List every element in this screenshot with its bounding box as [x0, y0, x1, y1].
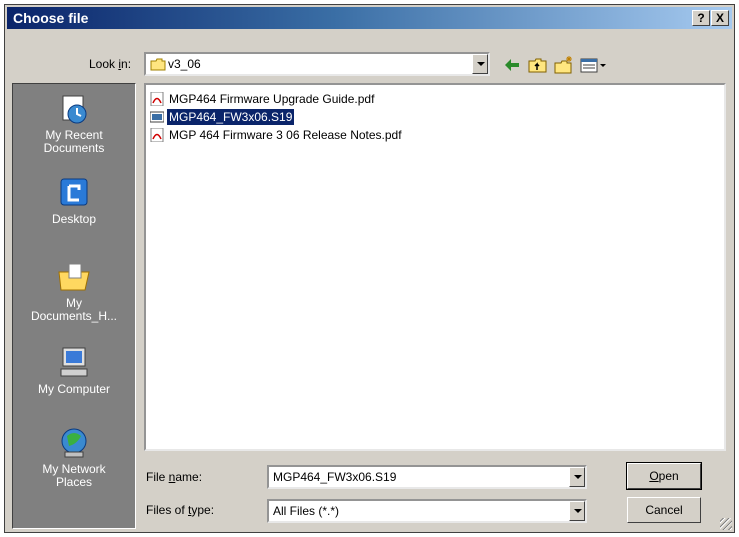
help-button[interactable]: ? — [692, 10, 710, 26]
desktop-icon — [57, 176, 91, 210]
look-in-label: Look in: — [89, 57, 132, 71]
open-button[interactable]: Open — [626, 462, 702, 490]
place-my-network-places[interactable]: My Network Places — [13, 426, 135, 489]
folder-icon — [150, 58, 166, 71]
files-of-type-label: Files of type: — [146, 503, 215, 517]
back-icon[interactable] — [501, 55, 523, 75]
look-in-dropdown-arrow[interactable] — [472, 54, 488, 74]
my-documents-icon — [57, 260, 91, 294]
list-item[interactable]: MGP464 Firmware Upgrade Guide.pdf — [150, 91, 376, 107]
files-of-type-value: All Files (*.*) — [273, 504, 340, 518]
view-menu-icon[interactable] — [579, 55, 609, 75]
place-my-documents[interactable]: My Documents_H... — [13, 260, 135, 323]
generic-file-icon — [149, 110, 165, 124]
file-name-input[interactable]: MGP464_FW3x06.S19 — [267, 465, 587, 489]
files-of-type-select[interactable]: All Files (*.*) — [267, 499, 587, 523]
file-name-dropdown-arrow[interactable] — [569, 467, 585, 487]
my-computer-icon — [57, 346, 91, 380]
up-folder-icon[interactable] — [527, 55, 549, 75]
new-folder-icon[interactable] — [553, 55, 575, 75]
cancel-button[interactable]: Cancel — [627, 497, 701, 523]
look-in-value: v3_06 — [168, 57, 201, 71]
window-title: Choose file — [13, 10, 89, 26]
place-my-recent-documents[interactable]: My Recent Documents — [13, 92, 135, 155]
pdf-file-icon — [150, 127, 164, 143]
place-desktop[interactable]: Desktop — [13, 176, 135, 226]
look-in-combo[interactable]: v3_06 — [144, 52, 490, 76]
file-list[interactable]: MGP464 Firmware Upgrade Guide.pdf MGP464… — [144, 83, 726, 451]
resize-grip[interactable] — [720, 518, 732, 530]
list-item[interactable]: MGP 464 Firmware 3 06 Release Notes.pdf — [150, 127, 404, 143]
list-item[interactable]: MGP464_FW3x06.S19 — [149, 107, 296, 126]
close-button[interactable]: X — [711, 10, 729, 26]
file-name-label: File name: — [146, 470, 203, 484]
places-bar: My Recent Documents Desktop My Documents… — [12, 83, 136, 529]
place-my-computer[interactable]: My Computer — [13, 346, 135, 396]
choose-file-dialog: Choose file ? X Look in: v3_06 My Recent — [4, 4, 735, 533]
file-name-value: MGP464_FW3x06.S19 — [273, 470, 397, 484]
title-bar[interactable]: Choose file ? X — [7, 7, 732, 29]
files-of-type-dropdown-arrow[interactable] — [569, 501, 585, 521]
pdf-file-icon — [150, 91, 164, 107]
recent-documents-icon — [57, 92, 91, 126]
network-places-icon — [57, 426, 91, 460]
